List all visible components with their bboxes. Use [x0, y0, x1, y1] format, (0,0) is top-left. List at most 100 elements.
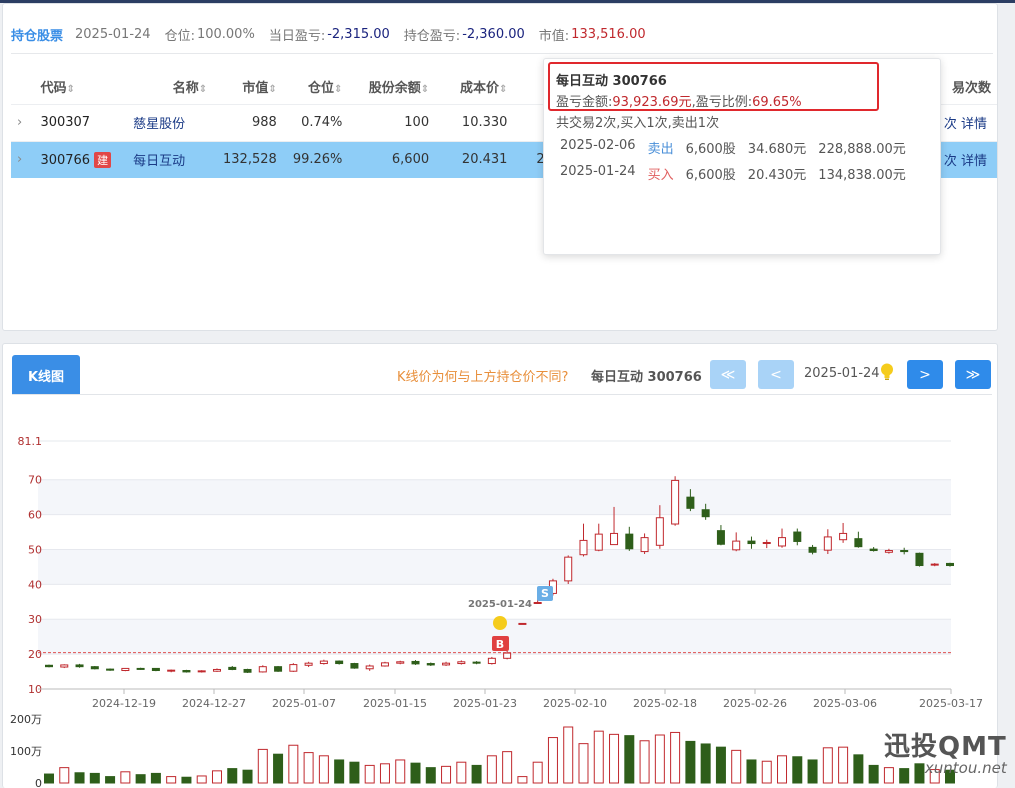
- kline-price-help-link[interactable]: K线价为何与上方持仓价不同?: [397, 366, 568, 385]
- volume-bar: [44, 773, 54, 784]
- detail-link[interactable]: 详情: [961, 117, 987, 132]
- position-cell: 0.74%: [282, 103, 349, 141]
- x-tick-label: 2024-12-27: [182, 697, 246, 710]
- volume-bar: [700, 743, 711, 784]
- candle-body: [335, 660, 344, 665]
- market-value-cell: 988: [213, 103, 283, 141]
- shares-cell: 100: [348, 103, 436, 141]
- x-tick-label: 2025-01-15: [363, 697, 427, 710]
- pl-amount-label: 盈亏金额:: [556, 95, 613, 110]
- col-name-header[interactable]: 名称⇕: [117, 70, 213, 104]
- candle-body: [442, 662, 451, 666]
- candle-body: [90, 666, 99, 670]
- candle-body: [564, 556, 573, 582]
- sort-icon: ⇕: [499, 84, 508, 96]
- volume-bar: [563, 726, 574, 784]
- volume-bar: [135, 774, 146, 784]
- tab-kline[interactable]: K线图: [12, 355, 80, 395]
- volume-bar: [609, 733, 620, 784]
- expand-chevron-icon[interactable]: ›: [11, 140, 35, 178]
- buy-marker: B: [496, 638, 504, 651]
- cost-cell: 10.330: [435, 103, 514, 141]
- volume-bar: [639, 740, 650, 784]
- holdings-title[interactable]: 持仓股票: [11, 25, 63, 44]
- volume-bar: [166, 776, 177, 784]
- volume-bar: [273, 753, 284, 784]
- volume-bar: [410, 762, 421, 784]
- volume-bar: [105, 776, 116, 784]
- volume-bar: [777, 755, 788, 784]
- col-shares-header[interactable]: 股份余额⇕: [348, 70, 435, 104]
- volume-bar: [853, 754, 864, 784]
- kline-chart[interactable]: 81.1706050403020102024-12-19 2024-12-27 20…: [0, 428, 1015, 788]
- hold-pl-value: -2,360.00: [462, 26, 525, 42]
- candle-body: [915, 552, 924, 567]
- candle-body: [701, 509, 710, 518]
- col-cost-header[interactable]: 成本价⇕: [435, 70, 513, 104]
- col-code-header[interactable]: 代码⇕: [34, 70, 117, 104]
- x-tick-label: 2025-02-18: [633, 697, 697, 710]
- first-trade-button[interactable]: ≪: [710, 360, 746, 389]
- candle-body: [121, 667, 130, 672]
- candle-body: [686, 496, 695, 509]
- expand-chevron-icon[interactable]: ›: [11, 103, 35, 141]
- col-mv-header[interactable]: 市值⇕: [213, 70, 283, 104]
- volume-bar: [181, 776, 192, 784]
- candle-body: [869, 548, 878, 552]
- trade-side: 卖出: [647, 142, 674, 157]
- y-tick-label: 60: [28, 509, 42, 522]
- sort-icon: ⇕: [334, 84, 343, 96]
- candle-body: [487, 657, 496, 665]
- candle-body: [900, 550, 909, 553]
- volume-bar: [196, 775, 207, 784]
- market-value: 133,516.00: [571, 26, 646, 42]
- trade-row: 2025-02-06 卖出 6,600股 34.680元 228,888.00元: [560, 138, 918, 157]
- trade-amount: 134,838.00元: [818, 168, 906, 183]
- volume-bar: [364, 764, 375, 784]
- volume-bar: [715, 746, 726, 784]
- y-tick-label: 40: [28, 578, 42, 591]
- candle-body: [350, 663, 359, 669]
- detail-link[interactable]: 详情: [961, 154, 987, 169]
- candle-body: [274, 666, 283, 672]
- volume-bar: [654, 734, 665, 784]
- candle-body: [762, 542, 771, 545]
- next-trade-button[interactable]: >: [907, 360, 943, 389]
- candle-body: [808, 546, 817, 553]
- volume-bar: [547, 737, 558, 784]
- sell-marker: S: [541, 587, 549, 600]
- trade-date: 2025-01-24: [560, 164, 636, 179]
- holdings-summary: 持仓股票 2025-01-24 仓位: 100.00% 当日盈亏: -2,315…: [11, 23, 660, 45]
- candle-body: [228, 666, 237, 670]
- volume-tick-label: 200万: [10, 713, 42, 726]
- candle-body: [732, 540, 741, 551]
- hold-pl-label: 持仓盈亏:: [403, 28, 461, 44]
- candle-body: [854, 538, 863, 548]
- candle-body: [426, 663, 435, 666]
- candle-body: [457, 661, 466, 665]
- candle-body: [610, 532, 619, 546]
- trade-side: 买入: [647, 168, 674, 183]
- trade-qty: 6,600股: [685, 142, 736, 157]
- y-tick-label: 30: [28, 613, 42, 626]
- candle-body: [671, 479, 680, 525]
- x-tick-label: 2025-01-07: [272, 697, 336, 710]
- volume-bar: [532, 761, 543, 784]
- y-tick-label: 50: [28, 543, 42, 556]
- volume-bar: [227, 768, 238, 784]
- pl-ratio: 69.65%: [752, 95, 802, 110]
- candle-body: [594, 533, 603, 551]
- divider: [11, 53, 993, 54]
- volume-bar: [89, 772, 100, 784]
- prev-trade-button[interactable]: <: [758, 360, 794, 389]
- grid-band: [38, 549, 951, 585]
- last-trade-button[interactable]: ≫: [955, 360, 991, 389]
- volume-bar: [624, 735, 635, 784]
- trade-amount: 228,888.00元: [818, 142, 906, 157]
- kline-stock-label: 每日互动 300766: [591, 370, 702, 385]
- volume-bar: [838, 746, 849, 784]
- trade-row: 2025-01-24 买入 6,600股 20.430元 134,838.00元: [560, 164, 918, 183]
- trade-price: 20.430元: [747, 168, 807, 183]
- candle-body: [45, 664, 53, 668]
- col-pos-header[interactable]: 仓位⇕: [283, 70, 349, 104]
